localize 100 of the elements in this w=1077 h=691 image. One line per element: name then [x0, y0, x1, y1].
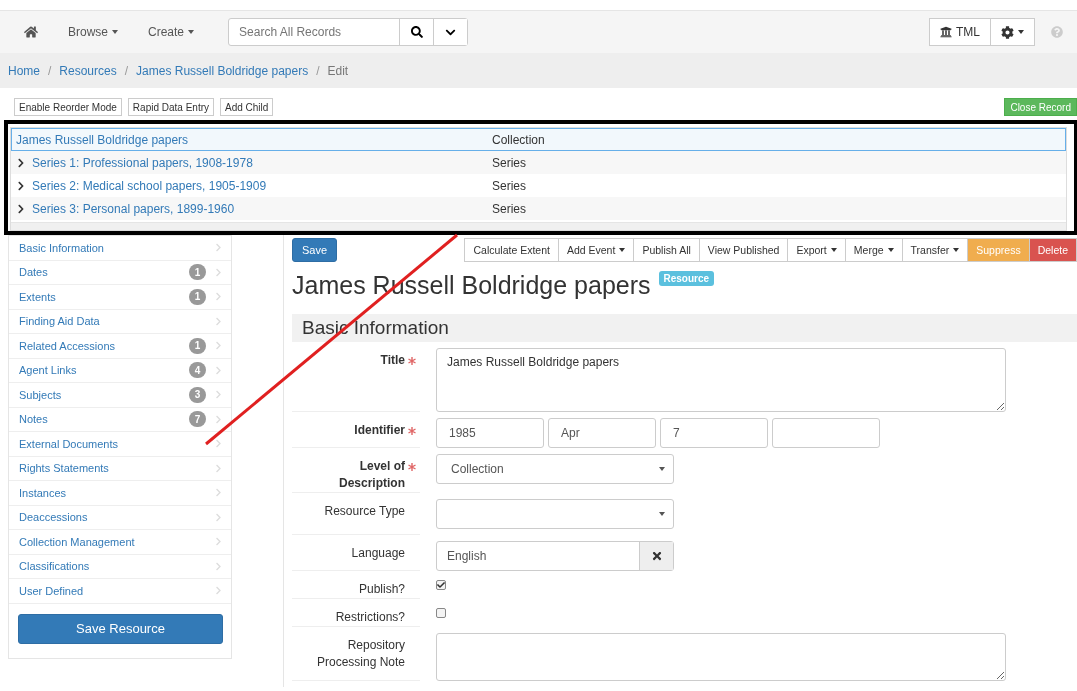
toolbar-button[interactable]: Add Child	[220, 98, 274, 116]
repository-button[interactable]: TML	[929, 18, 991, 46]
language-field[interactable]: English	[436, 541, 674, 571]
count-badge: 1	[189, 337, 206, 354]
record-action-button[interactable]: Export	[788, 238, 846, 262]
identifier-field[interactable]: Apr	[548, 418, 656, 448]
count-badge: 1	[189, 264, 206, 281]
toolbar-button[interactable]: Enable Reorder Mode	[14, 98, 122, 116]
save-button[interactable]: Save	[292, 238, 338, 262]
breadcrumb-separator: /	[124, 63, 129, 78]
select-field[interactable]	[436, 499, 674, 529]
field-label: Repository Processing Note	[315, 637, 405, 671]
sidebar-item[interactable]: Finding Aid Data	[9, 309, 231, 334]
field-label: Level of Description	[338, 458, 405, 492]
sidebar-item[interactable]: Subjects 3	[9, 383, 231, 408]
search-field[interactable]: Search All Records	[229, 19, 400, 45]
save-resource-button[interactable]: Save Resource	[18, 613, 223, 644]
nav-menu[interactable]: Create	[138, 25, 205, 39]
chevron-icon	[214, 439, 223, 449]
clear-button[interactable]	[639, 542, 673, 570]
field-label: Title	[379, 352, 405, 369]
required-icon	[408, 463, 416, 471]
field-label: Restrictions?	[334, 609, 405, 626]
search-bar[interactable]: Search All Records	[228, 18, 469, 46]
chevron-icon	[214, 512, 223, 522]
expand-icon[interactable]	[16, 203, 26, 214]
count-badge: 1	[189, 288, 206, 305]
sidebar-item[interactable]: User Defined	[9, 579, 231, 604]
field-label: Language	[350, 545, 405, 562]
record-action-button[interactable]: View Published	[699, 238, 789, 262]
identifier-field[interactable]: 1985	[436, 418, 544, 448]
breadcrumb-link[interactable]: Resources	[59, 63, 117, 78]
tree-level: Series	[492, 155, 526, 170]
toolbar-button[interactable]: Rapid Data Entry	[127, 98, 214, 116]
record-type-badge: Resource	[658, 271, 715, 286]
close-icon	[650, 550, 663, 562]
sidebar-item[interactable]: Collection Management	[9, 530, 231, 555]
chevron-icon	[214, 414, 223, 424]
tree-level: Series	[492, 178, 526, 193]
required-icon	[408, 427, 416, 435]
chevron-icon	[214, 316, 223, 326]
count-badge: 7	[189, 411, 206, 428]
scrollbar[interactable]	[11, 222, 1066, 230]
record-action-button[interactable]: Publish All	[634, 238, 700, 262]
settings-icon	[1001, 25, 1014, 39]
chevron-icon	[214, 267, 223, 277]
expand-icon[interactable]	[16, 180, 26, 191]
expand-icon[interactable]	[16, 157, 26, 168]
nav-menu[interactable]: Browse	[58, 25, 128, 39]
field-label: Identifier	[353, 422, 405, 439]
breadcrumb-current: Edit	[327, 63, 349, 78]
record-action-button[interactable]: Transfer	[902, 238, 969, 262]
count-badge: 4	[189, 362, 206, 379]
identifier-field[interactable]: 7	[660, 418, 768, 448]
breadcrumb-link[interactable]: Home	[8, 63, 40, 78]
field-label: Resource Type	[323, 503, 405, 520]
sidebar-item[interactable]: Instances	[9, 481, 231, 506]
chevron-icon	[214, 463, 223, 473]
building-icon	[940, 26, 952, 38]
settings-button[interactable]	[991, 18, 1035, 46]
record-action-button[interactable]: Add Event	[558, 238, 635, 262]
select-field[interactable]: Collection	[436, 454, 674, 484]
search-icon	[410, 26, 423, 38]
sidebar-item[interactable]: Rights Statements	[9, 456, 231, 481]
sidebar-item[interactable]: Deaccessions	[9, 505, 231, 530]
sidebar-item[interactable]: External Documents	[9, 432, 231, 457]
sidebar-item[interactable]: Basic Information	[9, 236, 231, 261]
search-options-button[interactable]	[433, 19, 468, 45]
sidebar-item[interactable]: Notes 7	[9, 407, 231, 432]
sidebar-item[interactable]: Dates 1	[9, 260, 231, 285]
tree-title: James Russell Boldridge papers	[16, 132, 189, 147]
chevron-icon	[214, 365, 223, 375]
tree-title: Series 2: Medical school papers, 1905-1909	[32, 178, 267, 193]
sidebar-item[interactable]: Agent Links 4	[9, 358, 231, 383]
tree-title: Series 1: Professional papers, 1908-1978	[32, 155, 253, 170]
identifier-field[interactable]	[772, 418, 880, 448]
sidebar-item[interactable]: Extents 1	[9, 285, 231, 310]
tree-level: Collection	[492, 132, 545, 147]
field-label: Publish?	[357, 581, 405, 598]
chevron-icon	[214, 390, 223, 400]
language-input[interactable]: English	[437, 542, 639, 570]
tree-level: Series	[492, 201, 526, 216]
sidebar-item[interactable]: Related Accessions 1	[9, 334, 231, 359]
record-action-button[interactable]: Delete	[1029, 238, 1077, 262]
checkbox[interactable]	[436, 608, 446, 618]
chevron-icon	[214, 586, 223, 596]
breadcrumb-link[interactable]: James Russell Boldridge papers	[136, 63, 309, 78]
tree-row[interactable]: James Russell Boldridge papers Collection	[11, 128, 1066, 151]
sidebar-item[interactable]: Classifications	[9, 554, 231, 579]
chevron-icon	[214, 488, 223, 498]
breadcrumb-separator: /	[48, 63, 52, 78]
required-icon	[408, 357, 416, 365]
tree-row[interactable]: Series 1: Professional papers, 1908-1978 Series	[11, 151, 1066, 174]
checkbox[interactable]	[436, 580, 446, 590]
tree-row[interactable]: Series 3: Personal papers, 1899-1960 Series	[11, 197, 1066, 220]
record-action-button[interactable]: Merge	[845, 238, 903, 262]
record-action-button[interactable]: Calculate Extent	[465, 238, 559, 262]
chevron-icon	[214, 292, 223, 302]
breadcrumb-separator: /	[316, 63, 320, 78]
text-area[interactable]: James Russell Boldridge papers	[436, 348, 1006, 412]
